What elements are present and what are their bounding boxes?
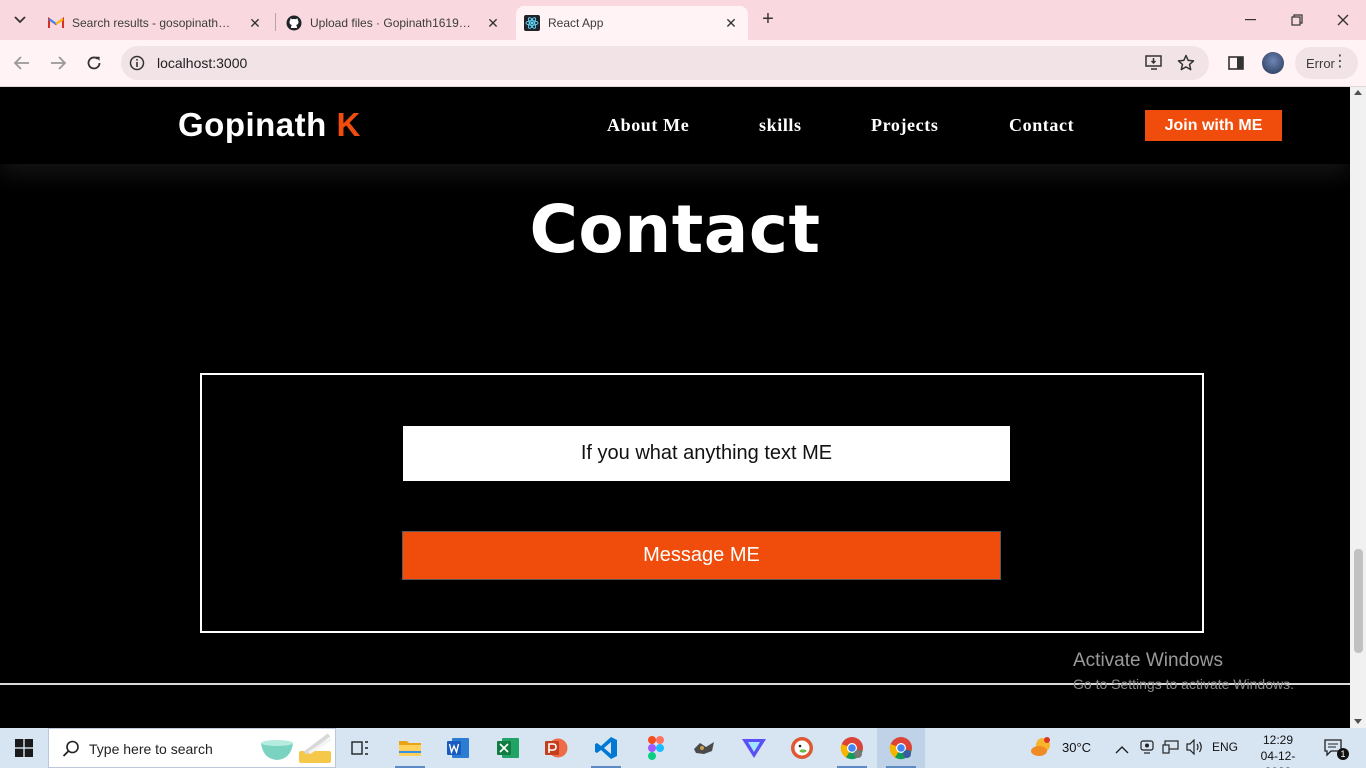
search-highlight-icon [259, 733, 335, 765]
system-clock[interactable]: 12:29 04-12-2023 [1248, 732, 1308, 768]
vectorizer-icon[interactable] [730, 728, 778, 768]
restore-icon[interactable] [1287, 10, 1307, 30]
search-icon [61, 739, 81, 759]
site-navbar: Gopinath K About Me skills Projects Cont… [0, 87, 1350, 164]
tab-divider [275, 13, 276, 31]
volume-icon[interactable] [1186, 738, 1204, 756]
tab-search-chevron-icon[interactable] [6, 8, 34, 32]
tab-gmail[interactable]: Search results - gosopinath@gmail.com ✕ [40, 6, 272, 40]
browser-toolbar: localhost:3000 Error ⋮ [0, 40, 1366, 87]
search-placeholder: Type here to search [89, 741, 213, 757]
chevron-up-icon[interactable] [1115, 742, 1129, 754]
scroll-down-arrow-icon[interactable] [1354, 719, 1362, 724]
minimize-icon[interactable] [1241, 10, 1261, 30]
bookmark-star-icon[interactable] [1176, 53, 1196, 73]
excel-icon[interactable] [484, 728, 532, 768]
nav-about-me[interactable]: About Me [607, 115, 689, 136]
brand-logo[interactable]: Gopinath K [178, 106, 361, 144]
notification-count: 1 [1337, 748, 1349, 760]
word-icon[interactable] [434, 728, 482, 768]
tab-title: React App [548, 16, 604, 30]
clock-date: 04-12-2023 [1260, 749, 1296, 768]
browser-tab-bar: Search results - gosopinath@gmail.com ✕ … [0, 0, 1366, 40]
site-info-icon[interactable] [129, 55, 145, 71]
side-panel-icon[interactable] [1226, 53, 1246, 73]
error-button[interactable]: Error ⋮ [1295, 47, 1358, 79]
profile-avatar[interactable] [1262, 52, 1284, 74]
vscode-icon[interactable] [582, 728, 630, 768]
new-tab-button[interactable]: + [757, 9, 779, 31]
activate-windows-title: Activate Windows [1073, 650, 1223, 671]
nav-skills[interactable]: skills [759, 115, 802, 136]
gmail-icon [48, 15, 64, 31]
activate-windows-subtitle: Go to Settings to activate Windows. [1073, 676, 1294, 692]
temperature-text[interactable]: 30°C [1062, 740, 1091, 755]
react-icon [524, 15, 540, 31]
nav-contact[interactable]: Contact [1009, 115, 1074, 136]
close-tab-icon[interactable]: ✕ [722, 14, 740, 32]
forward-arrow-icon[interactable] [47, 52, 69, 74]
url-text[interactable]: localhost:3000 [157, 55, 247, 71]
clock-time: 12:29 [1262, 733, 1294, 747]
chrome-icon[interactable] [828, 728, 876, 768]
brand-name: Gopinath [178, 106, 327, 143]
page-viewport: Gopinath K About Me skills Projects Cont… [0, 87, 1350, 728]
join-button[interactable]: Join with ME [1145, 110, 1282, 141]
tab-title: Upload files · Gopinath161999/portfolio [310, 16, 476, 30]
game-icon[interactable] [680, 728, 728, 768]
webcam-icon[interactable] [1140, 740, 1154, 754]
message-input[interactable]: If you what anything text ME [403, 426, 1010, 481]
chrome-icon[interactable] [877, 728, 925, 768]
close-icon[interactable] [1333, 10, 1353, 30]
scroll-up-arrow-icon[interactable] [1354, 90, 1362, 95]
windows-taskbar: Type here to search 30°C ENG 12:29 04-12… [0, 728, 1366, 768]
duckduckgo-icon[interactable] [778, 728, 826, 768]
task-view-icon[interactable] [336, 728, 384, 768]
scroll-thumb[interactable] [1354, 549, 1363, 653]
error-label: Error [1306, 55, 1335, 71]
language-indicator[interactable]: ENG [1212, 740, 1238, 754]
close-tab-icon[interactable]: ✕ [246, 14, 264, 32]
reload-icon[interactable] [83, 52, 105, 74]
message-button[interactable]: Message ME [402, 531, 1001, 580]
file-explorer-icon[interactable] [386, 728, 434, 768]
tab-react-app[interactable]: React App ✕ [516, 6, 748, 40]
network-icon[interactable] [1162, 740, 1180, 754]
install-app-icon[interactable] [1144, 53, 1164, 73]
brand-initial: K [336, 106, 361, 143]
page-scrollbar[interactable] [1350, 87, 1366, 728]
weather-icon[interactable] [1030, 736, 1054, 758]
back-arrow-icon[interactable] [11, 52, 33, 74]
close-tab-icon[interactable]: ✕ [484, 14, 502, 32]
github-icon [286, 15, 302, 31]
figma-icon[interactable] [632, 728, 680, 768]
powerpoint-icon[interactable] [532, 728, 580, 768]
tab-github[interactable]: Upload files · Gopinath161999/portfolio … [278, 6, 510, 40]
more-menu-icon[interactable]: ⋮ [1332, 54, 1348, 70]
section-title: Contact [529, 191, 821, 268]
nav-projects[interactable]: Projects [871, 115, 938, 136]
address-bar[interactable]: localhost:3000 [121, 46, 1209, 80]
contact-form-box [200, 373, 1204, 633]
tab-title: Search results - gosopinath@gmail.com [72, 16, 238, 30]
taskbar-search[interactable]: Type here to search [48, 728, 336, 768]
windows-start-icon[interactable] [0, 728, 48, 768]
